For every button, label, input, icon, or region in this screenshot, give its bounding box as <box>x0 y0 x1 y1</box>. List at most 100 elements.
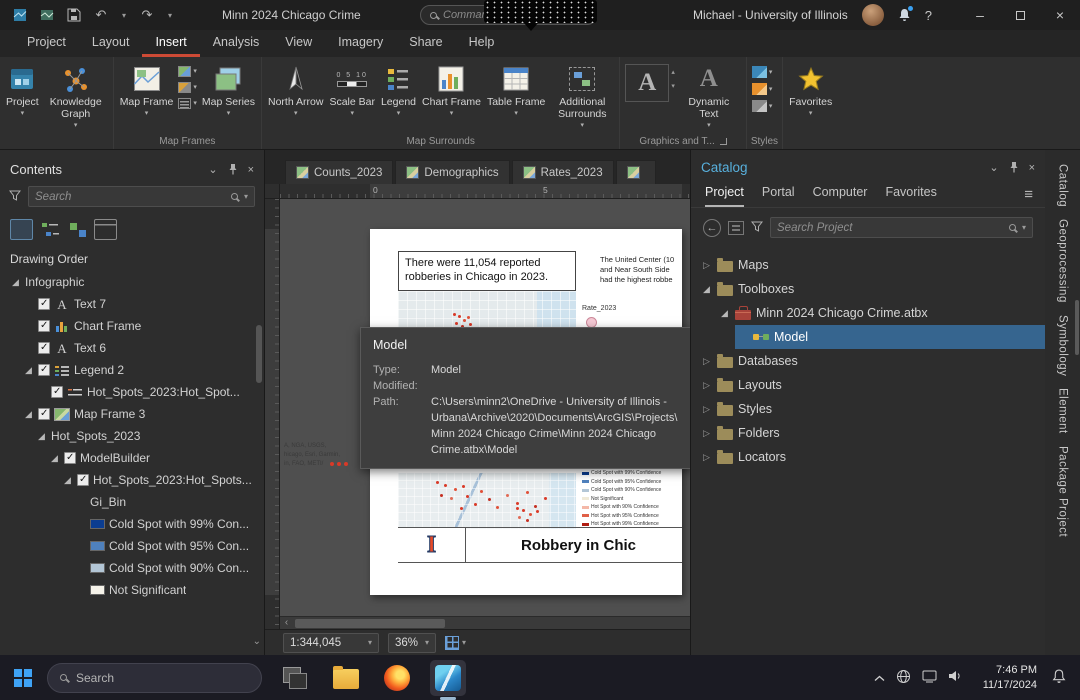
contents-tree-item[interactable]: Chart Frame <box>0 315 264 337</box>
ribbon-tab[interactable]: Insert <box>142 30 200 57</box>
panel-chevron-icon[interactable]: ⌄ <box>208 163 217 176</box>
contents-search-input[interactable]: Search ▾ <box>28 186 255 207</box>
catalog-tree-item[interactable]: Layouts <box>691 373 1045 397</box>
list-by-editing-icon[interactable] <box>94 219 117 240</box>
map-series-button[interactable]: Map Series ▾ <box>199 60 258 119</box>
tray-chevron-icon[interactable] <box>874 671 885 685</box>
network-icon[interactable] <box>896 669 911 687</box>
snapping-button[interactable]: ▾ <box>445 635 466 650</box>
import-style-button[interactable]: ▾ <box>751 66 772 78</box>
additional-surrounds-button[interactable]: Additional Surrounds ▾ <box>548 60 616 131</box>
contents-tree-item[interactable]: Hot_Spots_2023:Hot_Spots... <box>0 469 264 491</box>
taskbar-search[interactable]: Search <box>47 662 262 693</box>
text-gallery[interactable]: A <box>625 64 670 102</box>
visibility-checkbox[interactable] <box>51 386 63 398</box>
catalog-search-input[interactable]: Search Project ▾ <box>770 217 1033 238</box>
contents-tree-item[interactable]: Hot_Spots_2023:Hot_Spot... <box>0 381 264 403</box>
file-explorer-button[interactable] <box>328 660 364 696</box>
pin-icon[interactable] <box>1009 162 1019 173</box>
expand-arrow-icon[interactable] <box>701 261 712 270</box>
favorites-button[interactable]: Favorites ▾ <box>786 60 835 119</box>
maximize-button[interactable] <box>1000 0 1040 30</box>
ribbon-tab[interactable]: Share <box>396 30 455 57</box>
expand-arrow-icon[interactable] <box>49 454 60 463</box>
scrollbar-thumb[interactable] <box>1075 300 1079 355</box>
side-note-text[interactable]: The United Center (10 and Near South Sid… <box>600 255 682 285</box>
avatar[interactable] <box>861 4 884 26</box>
undo-icon[interactable]: ↶ <box>93 7 109 23</box>
visibility-checkbox[interactable] <box>38 408 50 420</box>
chart-frame-button[interactable]: Chart Frame ▾ <box>419 60 484 119</box>
contents-tree-item[interactable]: Cold Spot with 95% Con... <box>0 535 264 557</box>
knowledge-graph-button[interactable]: Knowledge Graph ▾ <box>42 60 110 131</box>
expand-arrow-icon[interactable] <box>62 476 73 485</box>
close-button[interactable]: × <box>1040 0 1080 30</box>
panel-chevron-icon[interactable]: ⌄ <box>989 161 998 174</box>
dock-tab[interactable]: Element <box>1057 388 1069 437</box>
signed-in-user[interactable]: Michael - University of Illinois <box>693 8 848 22</box>
cast-icon[interactable] <box>922 670 937 686</box>
contents-tree-item[interactable]: Cold Spot with 90% Con... <box>0 557 264 579</box>
visibility-checkbox[interactable] <box>38 320 50 332</box>
expand-arrow-icon[interactable] <box>701 357 712 366</box>
expand-arrow-icon[interactable] <box>10 278 21 287</box>
manage-style-button[interactable]: ▾ <box>751 100 772 112</box>
back-icon[interactable]: ← <box>703 218 721 237</box>
visibility-checkbox[interactable] <box>64 452 76 464</box>
scrollbar-thumb[interactable] <box>256 325 262 383</box>
scale-combo[interactable]: 1:344,045 ▾ <box>283 632 379 653</box>
visibility-checkbox[interactable] <box>38 298 50 310</box>
add-style-button[interactable]: ▾ <box>751 83 772 95</box>
visibility-checkbox[interactable] <box>38 364 50 376</box>
catalog-tab[interactable]: Portal <box>762 185 795 207</box>
save-icon[interactable] <box>66 7 82 23</box>
catalog-tab[interactable]: Favorites <box>885 185 936 207</box>
dock-tab[interactable]: Geoprocessing <box>1057 219 1069 306</box>
dialog-launcher-icon[interactable] <box>719 137 727 145</box>
north-arrow-button[interactable]: North Arrow ▾ <box>265 60 326 119</box>
scale-bar-button[interactable]: 0 5 10 Scale Bar ▾ <box>326 60 378 119</box>
expand-arrow-icon[interactable] <box>701 429 712 438</box>
contents-tree-item[interactable]: Infographic <box>0 271 264 293</box>
catalog-tree-item[interactable]: Databases <box>691 349 1045 373</box>
dynamic-text-button[interactable]: A Dynamic Text ▾ <box>675 60 743 131</box>
map-frame-button[interactable]: Map Frame ▾ <box>117 60 177 119</box>
catalog-tree-item[interactable]: Maps <box>691 253 1045 277</box>
contents-tree-item[interactable]: Legend 2 <box>0 359 264 381</box>
start-button[interactable] <box>14 668 32 687</box>
contents-tree-item[interactable]: ModelBuilder <box>0 447 264 469</box>
contents-tree-item[interactable]: Text 7 <box>0 293 264 315</box>
clock[interactable]: 7:46 PM 11/17/2024 <box>983 663 1037 693</box>
layout-canvas[interactable]: There were 11,054 reported robberies in … <box>280 199 690 629</box>
scroll-left-icon[interactable]: ‹ <box>280 617 293 629</box>
new-map-icon[interactable] <box>39 7 55 23</box>
visibility-checkbox[interactable] <box>38 342 50 354</box>
expand-arrow-icon[interactable] <box>36 432 47 441</box>
list-by-source-icon[interactable] <box>38 219 61 240</box>
close-panel-icon[interactable]: × <box>1029 162 1035 174</box>
catalog-tree-item[interactable]: Model <box>691 325 1045 349</box>
ribbon-tab[interactable]: Project <box>14 30 79 57</box>
notification-bell-icon[interactable] <box>1052 669 1066 687</box>
volume-icon[interactable] <box>948 670 962 685</box>
catalog-tree-item[interactable]: Styles <box>691 397 1045 421</box>
expand-arrow-icon[interactable] <box>701 381 712 390</box>
arcgis-pro-button[interactable] <box>430 659 466 696</box>
activate-button[interactable]: ▾ <box>178 82 197 93</box>
table-frame-button[interactable]: Table Frame ▾ <box>484 60 548 119</box>
frame-options-button[interactable]: ▾ <box>178 98 197 109</box>
catalog-tree-item[interactable]: Folders <box>691 421 1045 445</box>
home-icon[interactable] <box>728 220 744 235</box>
scrollbar-thumb[interactable] <box>295 619 445 628</box>
search-options-icon[interactable]: ▾ <box>1022 223 1026 232</box>
ribbon-tab[interactable]: Layout <box>79 30 143 57</box>
pin-icon[interactable] <box>228 164 238 175</box>
help-icon[interactable]: ? <box>925 8 932 23</box>
expand-arrow-icon[interactable] <box>719 309 730 318</box>
horizontal-scrollbar[interactable]: ‹ <box>280 616 690 629</box>
scroll-down-icon[interactable]: ⌄ <box>253 636 261 647</box>
filter-icon[interactable] <box>750 221 764 235</box>
contents-tree-item[interactable]: Map Frame 3 <box>0 403 264 425</box>
project-button[interactable]: Project ▾ <box>3 60 42 119</box>
ribbon-tab[interactable]: View <box>272 30 325 57</box>
